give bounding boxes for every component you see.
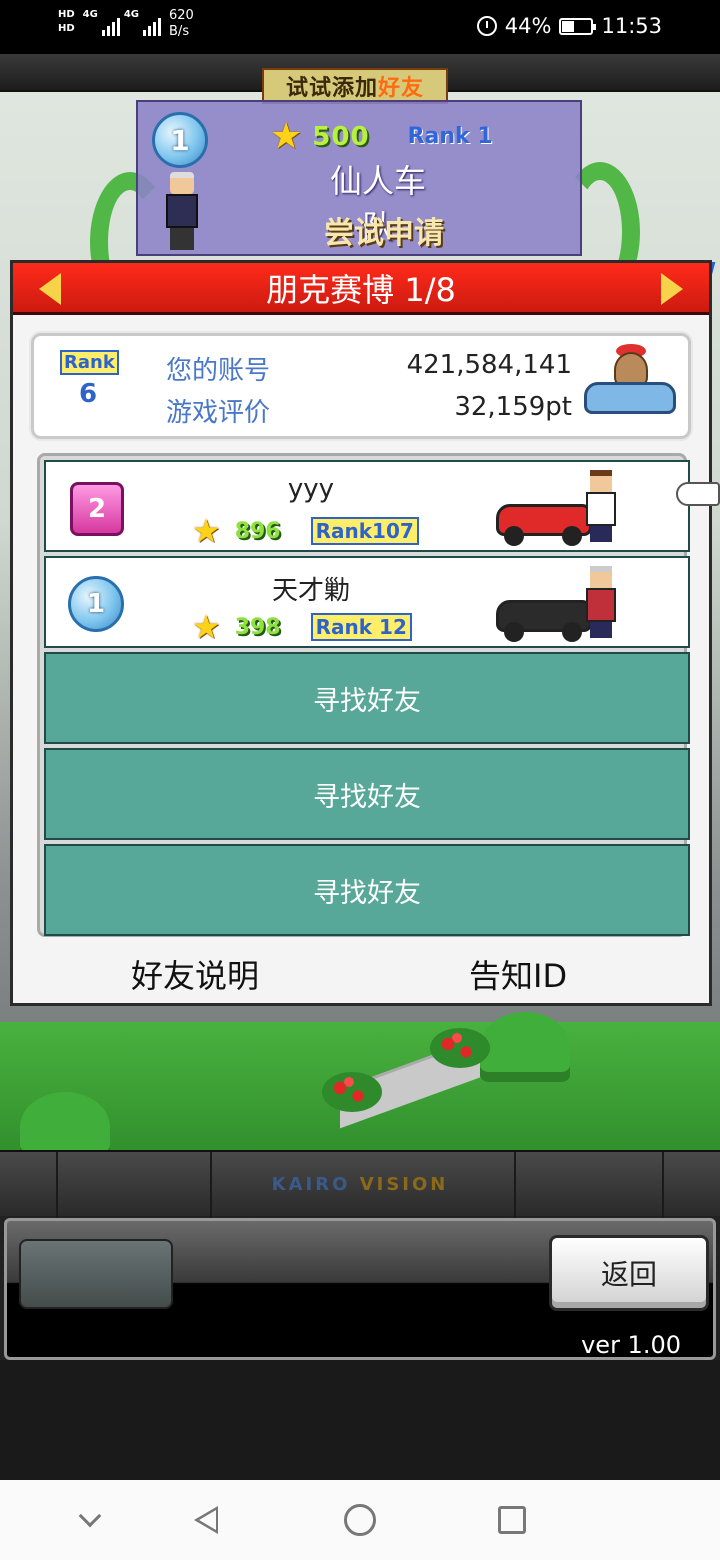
friend-rank-value: 12 (379, 615, 407, 639)
suggested-team-card[interactable]: 1 ★ 500 Rank 1 仙人车队 尝试申请 (136, 100, 582, 256)
hd-indicator: HD HD (58, 8, 75, 36)
share-id-button[interactable]: 告知ID (469, 951, 567, 997)
rating-label: 游戏评价 (166, 398, 271, 428)
team-rank-value: 1 (477, 124, 493, 149)
friend-help-button[interactable]: 好友说明 (131, 951, 259, 997)
friend-car-sprite (496, 566, 626, 642)
nav-recents-icon[interactable] (492, 1500, 532, 1540)
hd1-label: HD (58, 9, 75, 20)
hd2-label: HD (58, 23, 75, 34)
hud-top-bar: KAIRO VISION (0, 1150, 720, 1218)
friend-rank-badge: 2 (70, 482, 124, 536)
prev-page-arrow-icon[interactable] (39, 273, 61, 305)
brand-b: VISION (359, 1174, 449, 1195)
team-rank: Rank 1 (408, 124, 493, 149)
next-page-arrow-icon[interactable] (661, 273, 683, 305)
friend-rank: Rank 12 (310, 613, 412, 641)
panel-footer: 好友说明 告知ID (13, 951, 709, 1003)
network-4g-label-2: 4G (123, 9, 140, 20)
hud-empty-slot[interactable] (19, 1239, 173, 1309)
pointer-hand-icon (676, 482, 720, 506)
hud-control-bar: 返回 ver 1.00 (4, 1218, 716, 1360)
find-friend-button[interactable]: 寻找好友 (44, 844, 690, 936)
find-friend-button[interactable]: 寻找好友 (44, 652, 690, 744)
my-car-sprite (580, 344, 680, 424)
friend-rank: Rank107 (310, 517, 419, 545)
network-speed-value: 620 (169, 8, 194, 23)
star-icon: ★ (270, 116, 303, 157)
network-speed: 620 B/s (169, 8, 194, 40)
alarm-icon (476, 16, 497, 36)
system-navigation-bar (0, 1480, 720, 1560)
panel-title: 朋克赛博 1/8 (266, 270, 456, 309)
my-rank-value: 6 (78, 379, 98, 409)
network-4g-label: 4G (82, 9, 98, 20)
friend-stars: 896 (234, 518, 281, 544)
version-label: ver 1.00 (581, 1331, 681, 1359)
team-avatar (160, 172, 204, 252)
friend-name: yyy (287, 474, 335, 504)
flower-bush-decoration (430, 1028, 490, 1068)
rank-circle-badge: 1 (152, 112, 208, 168)
hud-bottom-area (0, 1360, 720, 1480)
star-icon: ★ (192, 512, 221, 550)
nav-home-icon[interactable] (340, 1500, 380, 1540)
friend-car-sprite (496, 470, 626, 546)
game-screen: 试试添加 好友 1 ★ 500 Rank 1 仙人车队 尝试申请 朋克赛博 1/8 (0, 54, 720, 1480)
apply-button[interactable]: 尝试申请 (314, 208, 454, 252)
status-bar: HD HD 4G 4G 620 B/s 44% 11:53 (0, 0, 720, 54)
find-friend-button[interactable]: 寻找好友 (44, 748, 690, 840)
friend-rank-badge: 1 (68, 576, 124, 632)
friend-list: 2 yyy ★ 896 Rank107 1 天才勦 ★ 398 Rank 12 … (37, 453, 690, 937)
account-id-value: 421,584,141 (406, 350, 572, 380)
my-rank-badge: Rank 6 (60, 350, 119, 409)
nav-back-icon[interactable] (186, 1500, 226, 1540)
star-icon: ★ (192, 608, 221, 646)
friend-row[interactable]: 2 yyy ★ 896 Rank107 (44, 460, 690, 552)
palm-tree-decoration (480, 1012, 570, 1082)
friend-rank-label: Rank (315, 615, 373, 639)
battery-percent: 44% (504, 14, 552, 38)
clock: 11:53 (601, 14, 662, 38)
banner-highlight: 好友 (378, 76, 425, 101)
account-id-label: 您的账号 (166, 356, 271, 386)
friends-panel: 朋克赛博 1/8 Rank 6 您的账号 421,584,141 游戏评价 32… (10, 260, 712, 1006)
nav-collapse-icon[interactable] (70, 1500, 110, 1540)
rating-value: 32,159pt (454, 392, 572, 422)
try-add-friend-banner: 试试添加 好友 (262, 68, 448, 104)
banner-prefix: 试试添加 (285, 76, 378, 101)
signal-icon (101, 12, 120, 36)
panel-header: 朋克赛博 1/8 (13, 263, 709, 315)
kairo-vision-logo: KAIRO VISION (0, 1174, 720, 1195)
my-rank-label: Rank (60, 350, 119, 375)
team-rank-label: Rank (407, 124, 470, 149)
battery-icon (559, 17, 597, 35)
friend-name: 天才勦 (271, 576, 350, 606)
brand-a: KAIRO (271, 1174, 351, 1195)
team-stars-count: 500 (312, 121, 370, 152)
flower-bush-decoration (322, 1072, 382, 1112)
friend-stars: 398 (234, 614, 281, 640)
friend-row[interactable]: 1 天才勦 ★ 398 Rank 12 (44, 556, 690, 648)
back-button[interactable]: 返回 (549, 1235, 709, 1311)
network-speed-unit: B/s (169, 24, 190, 39)
my-account-box: Rank 6 您的账号 421,584,141 游戏评价 32,159pt (31, 333, 691, 439)
signal-icon-2 (143, 12, 162, 36)
